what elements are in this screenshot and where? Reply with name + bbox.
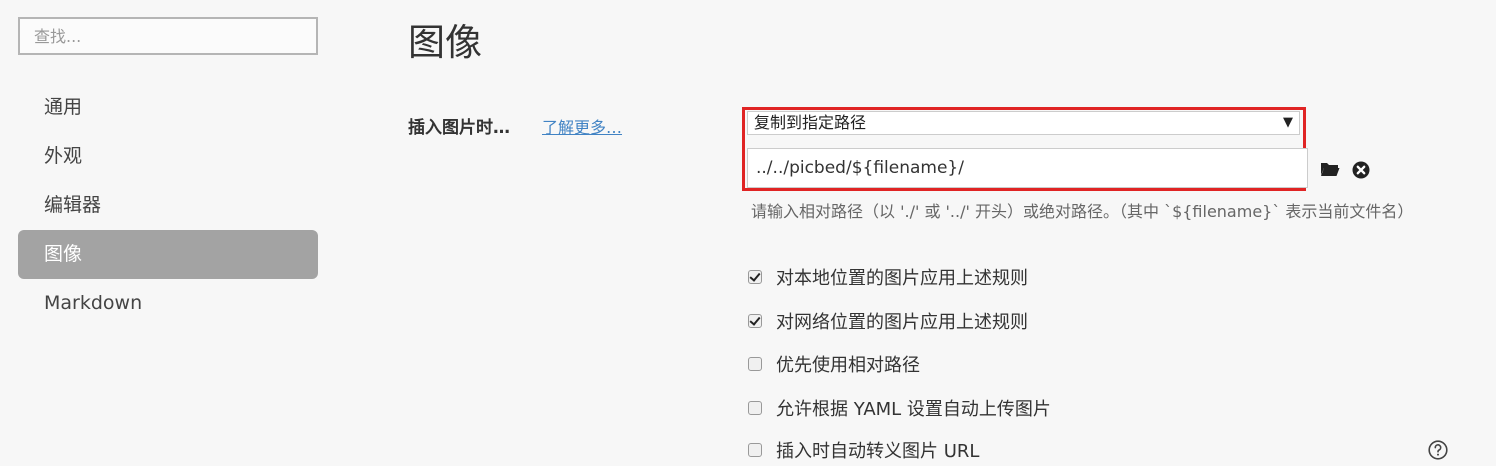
option-prefer-relative: 优先使用相对路径 [748, 351, 920, 377]
sidebar: 通用 外观 编辑器 图像 Markdown [0, 0, 340, 466]
clear-icon[interactable] [1352, 161, 1370, 179]
insert-action-select[interactable]: 复制到指定路径 ▼ [747, 111, 1300, 135]
folder-icon[interactable] [1320, 160, 1340, 178]
checkbox-escape-url[interactable] [748, 443, 762, 457]
checkbox-prefer-relative[interactable] [748, 357, 762, 371]
path-help-text: 请输入相对路径（以 './' 或 '../' 开头）或绝对路径。（其中 `${f… [751, 202, 1414, 221]
sidebar-item-image[interactable]: 图像 [18, 230, 318, 279]
option-local-images: 对本地位置的图片应用上述规则 [748, 264, 1028, 290]
option-label: 优先使用相对路径 [776, 355, 920, 376]
sidebar-item-appearance[interactable]: 外观 [18, 132, 318, 181]
page-title: 图像 [408, 21, 482, 64]
select-value: 复制到指定路径 [754, 113, 867, 132]
option-label: 允许根据 YAML 设置自动上传图片 [776, 399, 1051, 420]
image-path-input[interactable] [747, 148, 1308, 188]
sidebar-nav: 通用 外观 编辑器 图像 Markdown [18, 83, 318, 328]
learn-more-link[interactable]: 了解更多… [542, 114, 622, 138]
option-label: 对网络位置的图片应用上述规则 [776, 312, 1028, 333]
search-input[interactable] [18, 17, 318, 55]
option-escape-url: 插入时自动转义图片 URL [748, 437, 979, 463]
insert-image-label: 插入图片时… [408, 118, 510, 138]
help-icon[interactable] [1428, 440, 1448, 460]
preferences-window: 通用 外观 编辑器 图像 Markdown 图像 插入图片时… 了解更多… 复制… [0, 0, 1496, 466]
checkbox-network-images[interactable] [748, 314, 762, 328]
option-label: 插入时自动转义图片 URL [776, 441, 980, 462]
checkbox-local-images[interactable] [748, 270, 762, 284]
sidebar-item-markdown[interactable]: Markdown [18, 279, 318, 328]
sidebar-item-editor[interactable]: 编辑器 [18, 181, 318, 230]
option-label: 对本地位置的图片应用上述规则 [776, 268, 1028, 289]
checkbox-yaml-upload[interactable] [748, 401, 762, 415]
main-panel: 图像 插入图片时… 了解更多… 复制到指定路径 ▼ 请输入相对路径（以 './'… [408, 0, 1496, 466]
caret-down-icon: ▼ [1283, 115, 1293, 130]
sidebar-item-general[interactable]: 通用 [18, 83, 318, 132]
option-yaml-upload: 允许根据 YAML 设置自动上传图片 [748, 395, 1051, 421]
option-network-images: 对网络位置的图片应用上述规则 [748, 308, 1028, 334]
